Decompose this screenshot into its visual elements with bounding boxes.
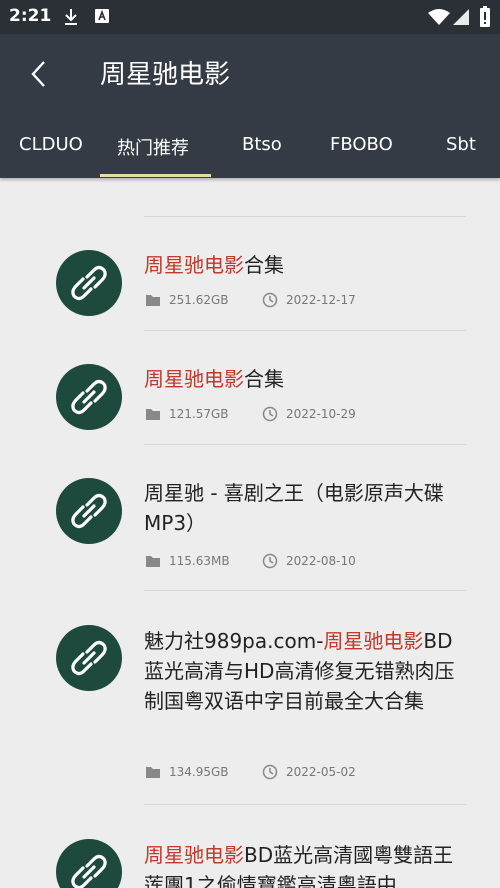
keyboard-app-icon (94, 8, 110, 28)
app-bar: 周星驰电影 (0, 34, 500, 114)
clock-icon (262, 406, 278, 422)
download-icon (62, 8, 80, 30)
wifi-icon (428, 9, 450, 29)
item-date: 2022-05-02 (286, 765, 356, 779)
clock-icon (262, 292, 278, 308)
link-icon-avatar (56, 839, 122, 888)
item-date: 2022-10-29 (286, 407, 356, 421)
folder-icon (146, 409, 160, 420)
link-icon (71, 493, 107, 529)
list-item[interactable]: 周星驰电影BD蓝光高清國粵雙語王莲團1之偷情寶鑑高清粵語中 (0, 804, 500, 888)
link-icon (71, 379, 107, 415)
clock-icon (262, 553, 278, 569)
link-icon (71, 854, 107, 888)
page-title: 周星驰电影 (100, 60, 231, 90)
link-icon-avatar (56, 478, 122, 544)
signal-icon (452, 8, 470, 30)
item-date: 2022-08-10 (286, 554, 356, 568)
folder-icon (146, 767, 160, 778)
folder-icon (146, 556, 160, 567)
item-title: 周星驰电影合集 (144, 367, 284, 391)
link-icon-avatar (56, 364, 122, 430)
status-time: 2:21 (9, 6, 52, 26)
file-size: 115.63MB (169, 554, 230, 568)
battery-alert-icon (479, 6, 491, 32)
link-icon (71, 640, 107, 676)
tab-sbt[interactable]: Sbt (446, 134, 476, 155)
file-size: 134.95GB (169, 765, 229, 779)
tab-hot-recommend[interactable]: 热门推荐 (117, 134, 189, 160)
list-item[interactable]: 魅力社989pa.com-周星驰电影BD蓝光高清与HD高清修复无错熟肉压制国粤双… (0, 590, 500, 804)
list-item[interactable]: 周星驰电影合集 121.57GB 2022-10-29 (0, 330, 500, 444)
tab-btso[interactable]: Btso (242, 134, 282, 155)
status-bar: 2:21 (0, 0, 500, 34)
list-item[interactable]: 周星驰 - 喜剧之王（电影原声大碟 MP3） 115.63MB 2022-08-… (0, 444, 500, 590)
item-title: 周星驰电影BD蓝光高清國粵雙語王莲團1之偷情寶鑑高清粵語中 (144, 843, 454, 888)
item-title: 周星驰 - 喜剧之王（电影原声大碟 MP3） (144, 481, 444, 535)
back-arrow-icon (31, 61, 45, 87)
back-button[interactable] (24, 56, 54, 92)
file-size: 251.62GB (169, 293, 229, 307)
folder-icon (146, 295, 160, 306)
link-icon (71, 265, 107, 301)
clock-icon (262, 764, 278, 780)
file-size: 121.57GB (169, 407, 229, 421)
item-title: 周星驰电影合集 (144, 253, 284, 277)
item-title: 魅力社989pa.com-周星驰电影BD蓝光高清与HD高清修复无错熟肉压制国粤双… (144, 629, 455, 713)
tab-clduo[interactable]: CLDUO (19, 134, 83, 155)
list-item[interactable]: 周星驰电影合集 251.62GB 2022-12-17 (0, 216, 500, 330)
tab-fbobo[interactable]: FBOBO (330, 134, 393, 155)
link-icon-avatar (56, 250, 122, 316)
link-icon-avatar (56, 625, 122, 691)
item-date: 2022-12-17 (286, 293, 356, 307)
active-tab-indicator (100, 174, 211, 177)
tab-bar: CLDUO 热门推荐 Btso FBOBO Sbt (0, 114, 500, 178)
